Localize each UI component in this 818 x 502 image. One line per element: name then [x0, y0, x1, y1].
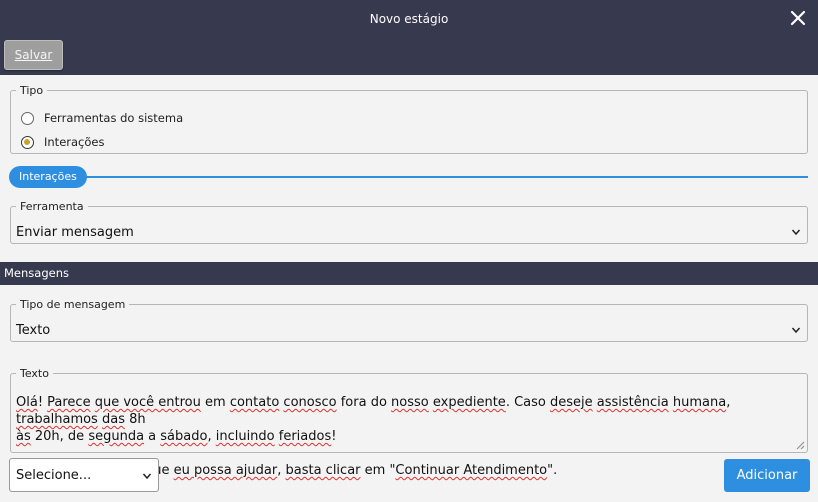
ferramenta-legend: Ferramenta: [20, 200, 84, 213]
radio-label: Ferramentas do sistema: [44, 111, 184, 125]
close-button[interactable]: [788, 8, 808, 28]
texto-line: às 20h, de segunda a sábado, incluindo f…: [16, 428, 798, 445]
texto-segment: ,: [207, 429, 216, 444]
spellcheck-word: basta clicar: [285, 463, 361, 478]
ferramenta-select[interactable]: Ferramenta Enviar mensagem: [10, 200, 808, 244]
texto-segment: em: [200, 395, 230, 410]
spellcheck-word: segunda: [88, 429, 145, 444]
spellcheck-word: Olá: [16, 395, 38, 410]
spellcheck-word: Parece: [47, 395, 91, 410]
spellcheck-word: feriados: [278, 429, 332, 444]
ferramenta-value: Enviar mensagem: [16, 225, 134, 240]
texto-field[interactable]: Texto Olá! Parece que você entrou em con…: [10, 367, 808, 478]
radio-label: Interações: [44, 135, 105, 149]
chevron-down-icon: [142, 473, 152, 480]
tipo-de-mensagem-legend: Tipo de mensagem: [20, 298, 126, 311]
resize-handle-icon[interactable]: [796, 441, 805, 450]
texto-segment: . Caso: [505, 395, 550, 410]
texto-segment: fora do: [336, 395, 392, 410]
spellcheck-word: expediente: [432, 395, 506, 410]
radio-interacoes[interactable]: Interações: [21, 135, 104, 149]
spellcheck-word: nosso: [391, 395, 429, 410]
section-label-interacoes: Interações: [9, 166, 87, 188]
spellcheck-word: assistência: [596, 395, 669, 410]
texto-segment: 20h, de: [30, 429, 89, 444]
adicionar-button[interactable]: Adicionar: [724, 459, 810, 492]
save-button[interactable]: Salvar: [4, 40, 63, 70]
radio-button-checked[interactable]: [21, 135, 34, 149]
mensagens-section-header: Mensagens: [0, 262, 818, 285]
radio-ferramentas-do-sistema[interactable]: Ferramentas do sistema: [21, 111, 183, 125]
spellcheck-word: deseje: [549, 395, 593, 410]
texto-segment: !: [331, 429, 337, 444]
spellcheck-word: sábado: [160, 429, 208, 444]
tipo-de-mensagem-select[interactable]: Tipo de mensagem Texto: [10, 298, 808, 342]
texto-segment: !: [37, 395, 48, 410]
tipo-de-mensagem-value: Texto: [16, 323, 51, 338]
texto-segment: a: [144, 429, 161, 444]
spellcheck-word: que você entrou: [94, 395, 201, 410]
selecione-dropdown[interactable]: Selecione...: [9, 458, 159, 492]
texto-segment: ,: [726, 395, 731, 410]
tipo-group: Tipo Ferramentas do sistema Interações: [10, 84, 808, 154]
spellcheck-word: contato: [229, 395, 280, 410]
texto-segment: ".: [547, 463, 558, 478]
spellcheck-word: trabalhamos: [16, 412, 98, 427]
radio-button[interactable]: [21, 111, 34, 125]
spellcheck-word: das: [101, 412, 125, 427]
spellcheck-word: humana: [672, 395, 727, 410]
texto-legend: Texto: [20, 367, 49, 380]
chevron-down-icon: [791, 229, 801, 236]
spellcheck-word: incluindo: [215, 429, 275, 444]
spellcheck-word: Continuar Atendimento: [395, 463, 548, 478]
texto-segment: 8h: [124, 412, 146, 427]
texto-line: Olá! Parece que você entrou em contato c…: [16, 394, 798, 428]
close-icon: [790, 10, 806, 26]
tipo-legend: Tipo: [20, 84, 44, 97]
texto-segment: em ": [360, 463, 396, 478]
spellcheck-word: eu possa ajudar: [173, 463, 278, 478]
spellcheck-word: às: [16, 429, 31, 444]
dialog-header: Novo estágio Salvar: [0, 0, 818, 75]
dialog-title: Novo estágio: [369, 12, 449, 26]
selecione-value: Selecione...: [16, 468, 92, 483]
section-divider: [10, 176, 808, 178]
chevron-down-icon: [791, 327, 801, 334]
spellcheck-word: conosco: [283, 395, 337, 410]
